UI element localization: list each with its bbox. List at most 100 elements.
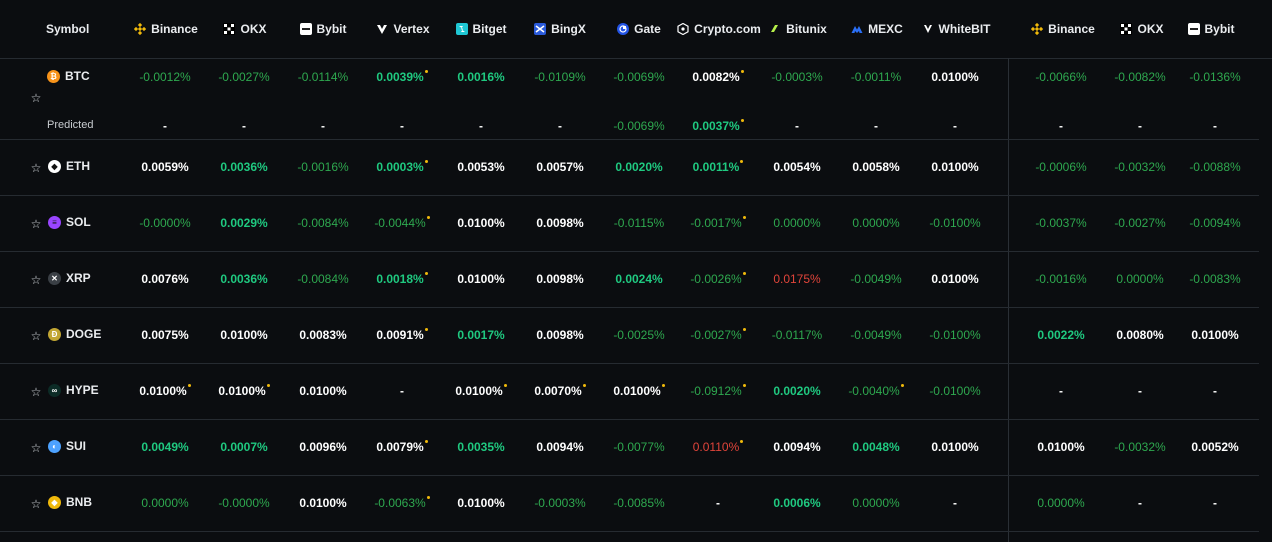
- funding-rate-cell[interactable]: 0.0100%: [278, 493, 368, 513]
- funding-rate-cell[interactable]: 0.0070%: [515, 381, 605, 401]
- funding-rate-cell[interactable]: 0.0094%: [515, 437, 605, 457]
- funding-rate-cell[interactable]: 0.0000%: [831, 213, 921, 233]
- funding-rate-cell[interactable]: 0.0059%: [120, 157, 210, 177]
- table-row[interactable]: ☆ Ð DOGE 0.0075% 0.0100% 0.0083% 0.0091% 0.0017…: [0, 308, 1259, 364]
- funding-rate-cell[interactable]: 0.0079%: [357, 437, 447, 457]
- funding-rate-cell[interactable]: 0.0100%: [199, 381, 289, 401]
- symbol-column-header[interactable]: Symbol: [46, 0, 126, 58]
- favorite-star-icon[interactable]: ☆: [30, 441, 42, 455]
- funding-rate-cell[interactable]: -0.0136%: [1170, 67, 1260, 87]
- funding-rate-cell[interactable]: 0.0175%: [752, 269, 842, 289]
- funding-rate-cell[interactable]: 0.0100%: [278, 381, 368, 401]
- funding-rate-cell[interactable]: 0.0094%: [752, 437, 842, 457]
- funding-rate-cell[interactable]: 0.0100%: [436, 269, 526, 289]
- funding-rate-cell[interactable]: -: [1170, 381, 1260, 401]
- funding-rate-cell[interactable]: -0.0037%: [1016, 213, 1106, 233]
- funding-rate-cell[interactable]: 0.0091%: [357, 325, 447, 345]
- table-row[interactable]: ☆ ∞ HYPE 0.0100% 0.0100% 0.0100% -0.0100% 0.007…: [0, 364, 1259, 420]
- funding-rate-cell[interactable]: -0.0003%: [515, 493, 605, 513]
- predicted-rate-cell[interactable]: -: [278, 116, 368, 136]
- funding-rate-cell[interactable]: 0.0049%: [120, 437, 210, 457]
- funding-rate-cell[interactable]: 0.0053%: [436, 157, 526, 177]
- funding-rate-cell[interactable]: 0.0100%: [910, 67, 1000, 87]
- coin-symbol[interactable]: ≡ SOL: [48, 215, 91, 229]
- table-row[interactable]: ☆ ◐ SUI 0.0049% 0.0007% 0.0096% 0.0079% 0.0035%…: [0, 420, 1259, 476]
- funding-rate-cell[interactable]: -0.0100%: [910, 213, 1000, 233]
- funding-rate-cell[interactable]: 0.0011%: [673, 157, 763, 177]
- predicted-rate-cell[interactable]: -: [1170, 116, 1260, 136]
- coin-symbol[interactable]: ◐ SUI: [48, 439, 86, 453]
- funding-rate-cell[interactable]: 0.0100%: [910, 437, 1000, 457]
- funding-rate-cell[interactable]: 0.0039%: [357, 67, 447, 87]
- funding-rate-cell[interactable]: -0.0000%: [120, 213, 210, 233]
- funding-rate-cell[interactable]: 0.0007%: [199, 437, 289, 457]
- funding-rate-cell[interactable]: -0.0117%: [752, 325, 842, 345]
- funding-rate-cell[interactable]: -0.0066%: [1016, 67, 1106, 87]
- exchange-header-cryptocom[interactable]: Crypto.com: [677, 0, 761, 58]
- funding-rate-cell[interactable]: -0.0000%: [199, 493, 289, 513]
- funding-rate-cell[interactable]: 0.0083%: [278, 325, 368, 345]
- predicted-rate-cell[interactable]: -: [436, 116, 526, 136]
- funding-rate-cell[interactable]: 0.0098%: [515, 213, 605, 233]
- predicted-rate-cell[interactable]: -: [752, 116, 842, 136]
- exchange-header-whitebit[interactable]: WhiteBIT: [916, 0, 996, 58]
- funding-rate-cell[interactable]: 0.0018%: [357, 269, 447, 289]
- coin-symbol[interactable]: ∞ HYPE: [48, 383, 99, 397]
- funding-rate-cell[interactable]: -0.0100%: [910, 325, 1000, 345]
- funding-rate-cell[interactable]: 0.0052%: [1170, 437, 1260, 457]
- funding-rate-cell[interactable]: 0.0100%: [436, 381, 526, 401]
- favorite-star-icon[interactable]: ☆: [30, 497, 42, 511]
- exchange-header-gate[interactable]: Gate: [599, 0, 679, 58]
- coin-symbol[interactable]: ◆ ETH: [48, 159, 90, 173]
- funding-rate-cell[interactable]: -0.0003%: [752, 67, 842, 87]
- funding-rate-cell[interactable]: -0.0912%: [673, 381, 763, 401]
- funding-rate-cell[interactable]: 0.0098%: [515, 325, 605, 345]
- funding-rate-cell[interactable]: -0.0011%: [831, 67, 921, 87]
- funding-rate-cell[interactable]: 0.0100%: [594, 381, 684, 401]
- funding-rate-cell[interactable]: -: [673, 493, 763, 513]
- table-row[interactable]: ☆ ₿ BTC -0.0012% -0.0027% -0.0114% 0.0039% 0.00…: [0, 58, 1259, 140]
- funding-rate-cell[interactable]: 0.0075%: [120, 325, 210, 345]
- funding-rate-cell[interactable]: 0.0006%: [752, 493, 842, 513]
- funding-rate-cell[interactable]: -0.0016%: [278, 157, 368, 177]
- funding-rate-cell[interactable]: 0.0020%: [594, 157, 684, 177]
- predicted-rate-cell[interactable]: -: [357, 116, 447, 136]
- funding-rate-cell[interactable]: -0.0017%: [673, 213, 763, 233]
- funding-rate-cell[interactable]: 0.0000%: [831, 493, 921, 513]
- funding-rate-cell[interactable]: 0.0098%: [515, 269, 605, 289]
- funding-rate-cell[interactable]: -0.0049%: [831, 325, 921, 345]
- table-row[interactable]: ☆ ◆ ETH 0.0059% 0.0036% -0.0016% 0.0003% 0.0053…: [0, 140, 1259, 196]
- funding-rate-cell[interactable]: -0.0027%: [673, 325, 763, 345]
- predicted-rate-cell[interactable]: -: [831, 116, 921, 136]
- predicted-rate-cell[interactable]: -: [515, 116, 605, 136]
- coin-symbol[interactable]: Ð DOGE: [48, 327, 101, 341]
- funding-rate-cell[interactable]: -0.0027%: [199, 67, 289, 87]
- funding-rate-cell[interactable]: 0.0020%: [752, 381, 842, 401]
- funding-rate-cell[interactable]: -0.0069%: [594, 67, 684, 87]
- table-row[interactable]: ☆ ◆ BNB 0.0000% -0.0000% 0.0100% -0.0063% 0.010…: [0, 476, 1259, 532]
- funding-rate-cell[interactable]: -: [1016, 381, 1106, 401]
- funding-rate-cell[interactable]: -0.0006%: [1016, 157, 1106, 177]
- exchange-header-bitget[interactable]: Bitget: [441, 0, 521, 58]
- funding-rate-cell[interactable]: 0.0016%: [436, 67, 526, 87]
- exchange-header-okx[interactable]: OKX: [205, 0, 285, 58]
- funding-rate-cell[interactable]: -0.0088%: [1170, 157, 1260, 177]
- funding-rate-cell[interactable]: 0.0000%: [120, 493, 210, 513]
- funding-rate-cell[interactable]: 0.0058%: [831, 157, 921, 177]
- funding-rate-cell[interactable]: 0.0003%: [357, 157, 447, 177]
- funding-rate-cell[interactable]: 0.0100%: [910, 157, 1000, 177]
- funding-rate-cell[interactable]: 0.0022%: [1016, 325, 1106, 345]
- funding-rate-cell[interactable]: -0.0063%: [357, 493, 447, 513]
- exchange-header-bybit[interactable]: Bybit: [283, 0, 363, 58]
- predicted-rate-cell[interactable]: -: [910, 116, 1000, 136]
- predicted-rate-cell[interactable]: -0.0069%: [594, 116, 684, 136]
- exchange-header-bybit[interactable]: Bybit: [1171, 0, 1251, 58]
- funding-rate-cell[interactable]: 0.0029%: [199, 213, 289, 233]
- funding-rate-cell[interactable]: 0.0076%: [120, 269, 210, 289]
- funding-rate-cell[interactable]: 0.0110%: [673, 437, 763, 457]
- favorite-star-icon[interactable]: ☆: [30, 329, 42, 343]
- funding-rate-cell[interactable]: 0.0100%: [436, 213, 526, 233]
- funding-rate-cell[interactable]: -0.0044%: [357, 213, 447, 233]
- funding-rate-cell[interactable]: -0.0040%: [831, 381, 921, 401]
- funding-rate-cell[interactable]: 0.0057%: [515, 157, 605, 177]
